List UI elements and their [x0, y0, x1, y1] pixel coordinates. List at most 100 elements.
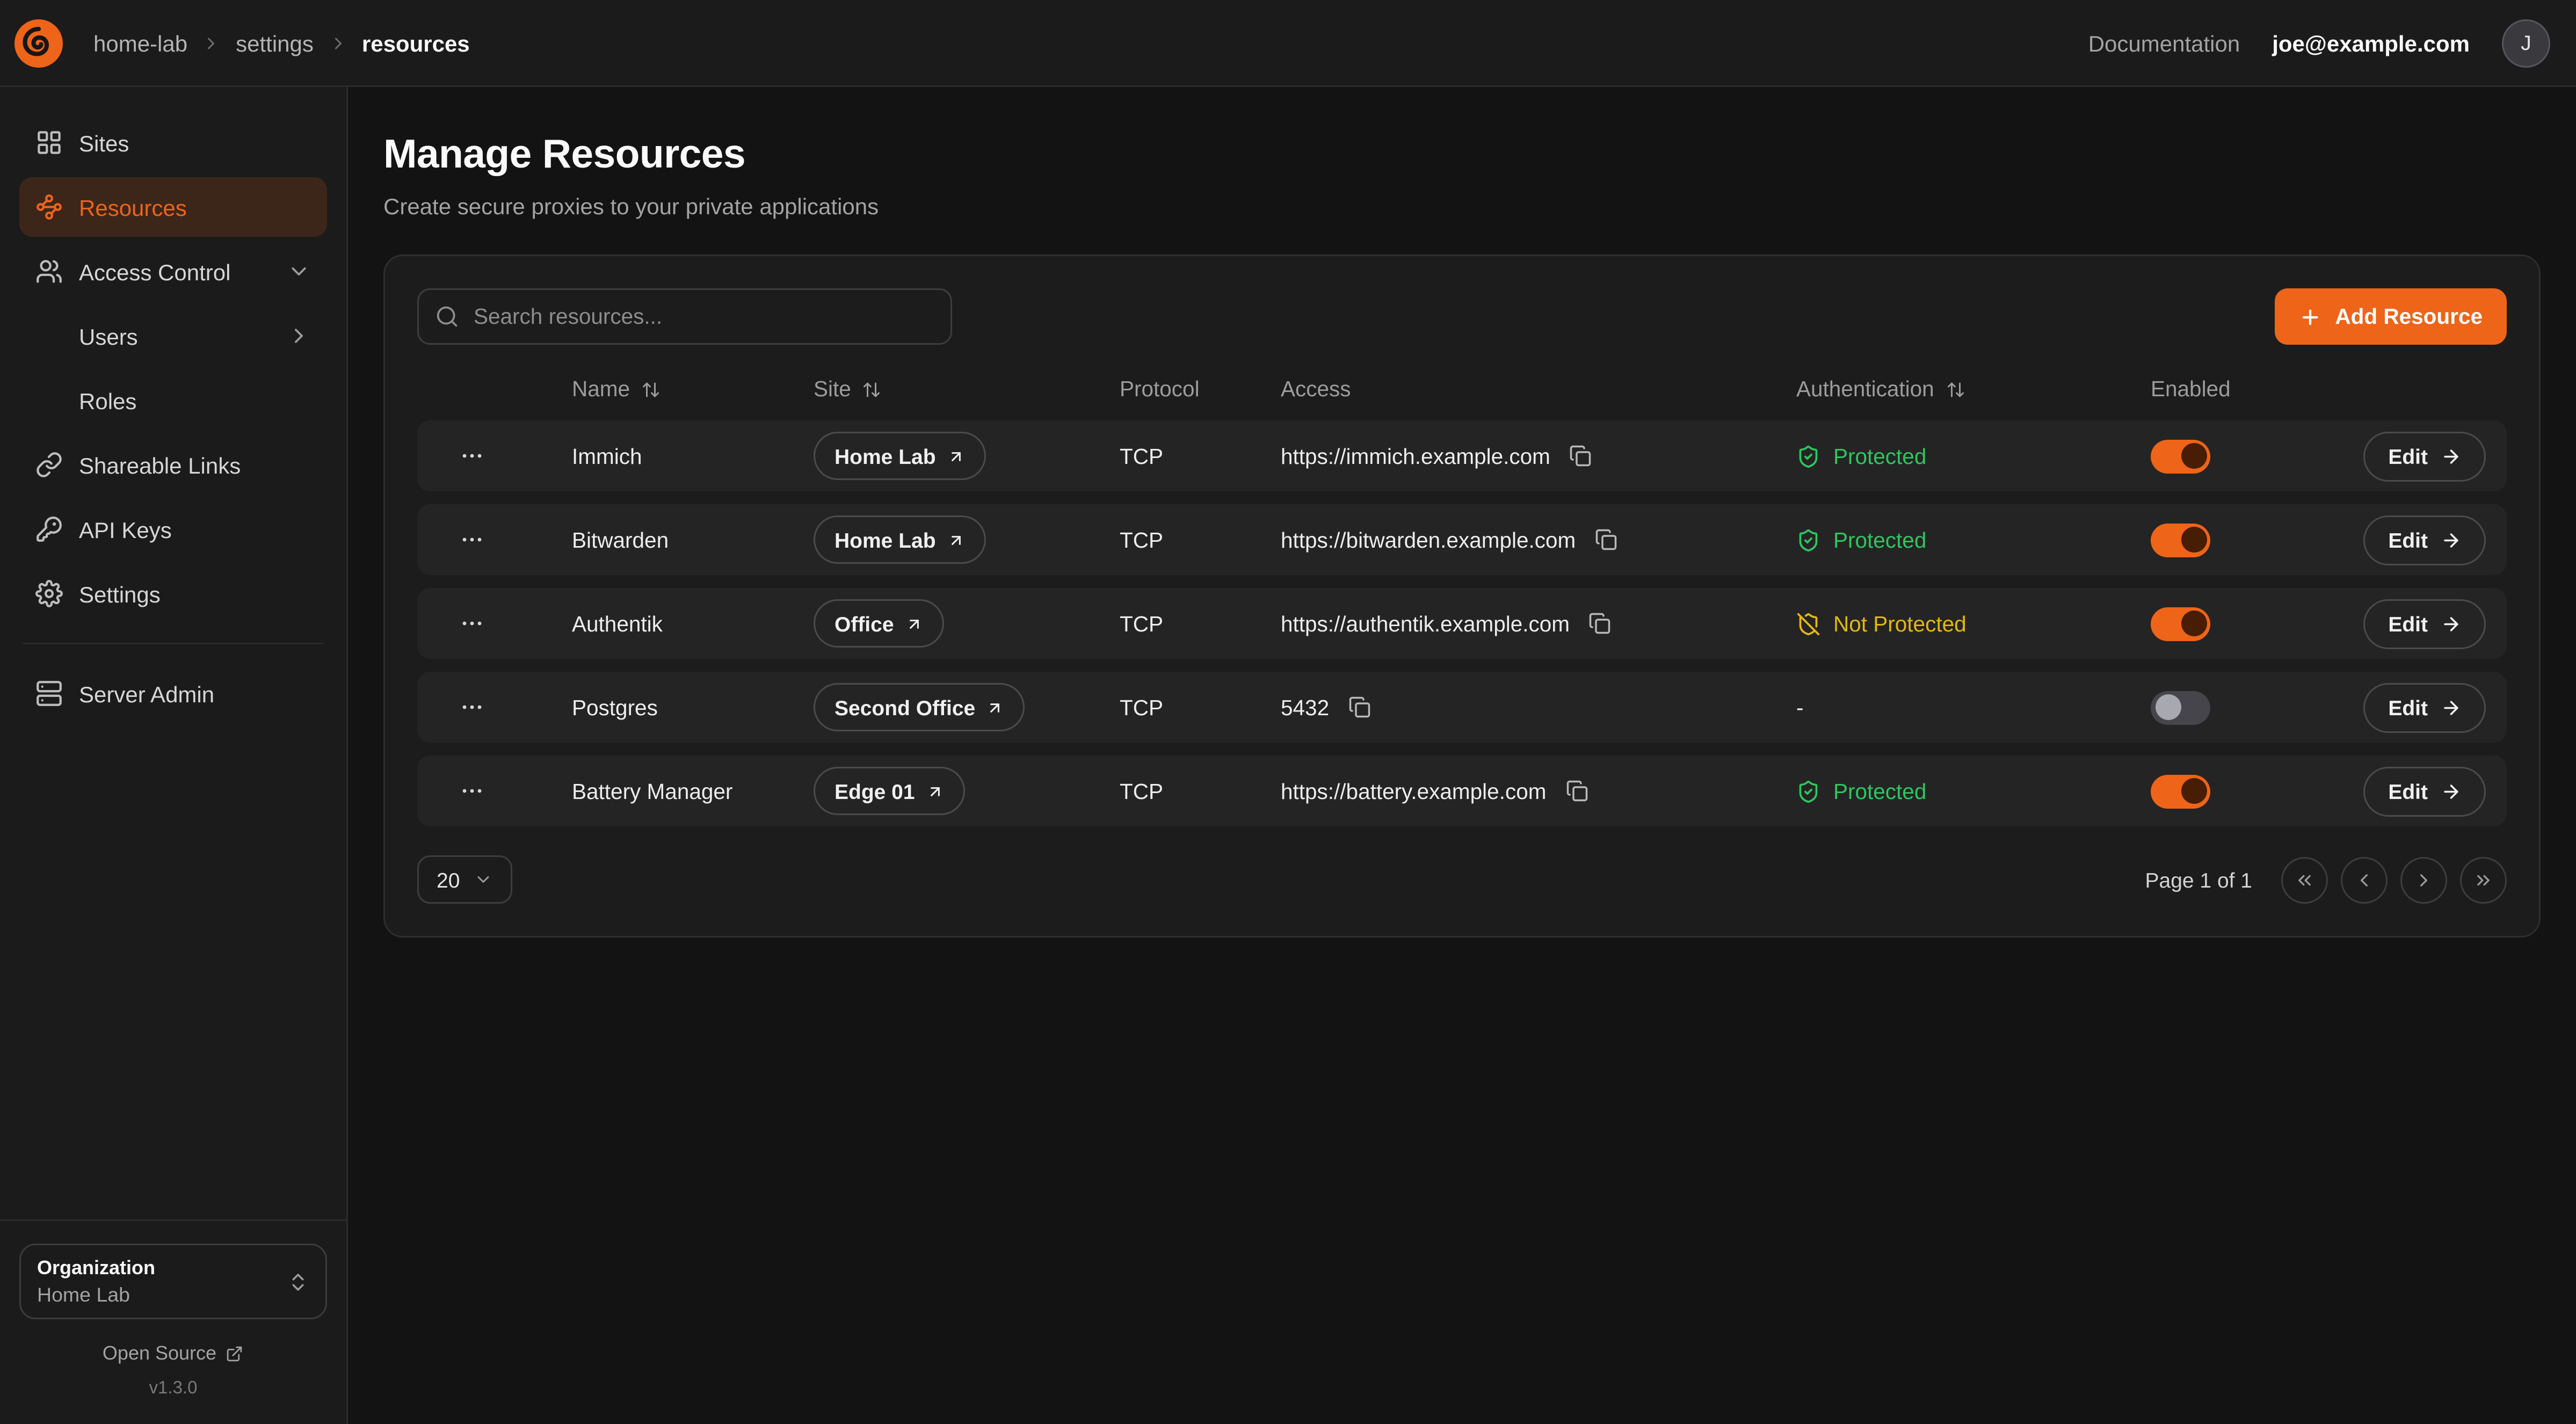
external-link-icon — [926, 782, 944, 800]
chevrons-left-icon — [2294, 869, 2315, 890]
row-menu-button[interactable] — [456, 524, 488, 556]
prev-page-button[interactable] — [2341, 856, 2388, 903]
shield-check-icon — [1796, 779, 1820, 803]
site-link[interactable]: Second Office — [814, 683, 1025, 731]
next-page-button[interactable] — [2400, 856, 2447, 903]
row-menu-button[interactable] — [456, 607, 488, 640]
user-email: joe@example.com — [2272, 30, 2470, 56]
copy-button[interactable] — [1566, 441, 1595, 470]
edit-label: Edit — [2388, 528, 2428, 552]
main-content: Manage Resources Create secure proxies t… — [348, 87, 2576, 1424]
site-name: Edge 01 — [835, 779, 915, 803]
documentation-link[interactable]: Documentation — [2088, 30, 2240, 56]
sidebar-item-shareable-links[interactable]: Shareable Links — [19, 435, 327, 495]
auth-status: Protected — [1796, 528, 2151, 552]
copy-button[interactable] — [1586, 609, 1615, 638]
column-header-label: Authentication — [1796, 377, 1934, 401]
column-header-access: Access — [1281, 377, 1796, 401]
auth-label: Protected — [1833, 444, 1926, 468]
column-header-site[interactable]: Site — [814, 377, 1120, 401]
page-subtitle: Create secure proxies to your private ap… — [383, 193, 2541, 219]
site-link[interactable]: Office — [814, 599, 944, 648]
row-menu-button[interactable] — [456, 691, 488, 723]
edit-button[interactable]: Edit — [2364, 515, 2486, 565]
sidebar-item-users[interactable]: Users — [19, 306, 327, 366]
column-header-label: Enabled — [2151, 377, 2231, 401]
org-selector[interactable]: Organization Home Lab — [19, 1244, 327, 1319]
copy-button[interactable] — [1562, 776, 1591, 805]
sidebar-item-resources[interactable]: Resources — [19, 177, 327, 237]
first-page-button[interactable] — [2281, 856, 2328, 903]
column-header-label: Protocol — [1120, 377, 1200, 401]
sidebar-item-settings[interactable]: Settings — [19, 564, 327, 623]
row-menu-button[interactable] — [456, 775, 488, 807]
sidebar-item-label: Server Admin — [79, 681, 214, 707]
page-size-select[interactable]: 20 — [417, 855, 513, 904]
sidebar-item-label: API Keys — [79, 517, 172, 542]
open-source-link[interactable]: Open Source — [19, 1342, 327, 1364]
sidebar-item-label: Shareable Links — [79, 452, 241, 478]
sidebar-item-server-admin[interactable]: Server Admin — [19, 664, 327, 723]
topbar: home-lab settings resources Documentatio… — [0, 0, 2576, 87]
column-header-authentication[interactable]: Authentication — [1796, 377, 2151, 401]
auth-label: Not Protected — [1833, 612, 1967, 636]
resource-protocol: TCP — [1120, 695, 1281, 720]
sidebar-item-sites[interactable]: Sites — [19, 113, 327, 172]
chevron-right-icon — [202, 33, 221, 53]
last-page-button[interactable] — [2460, 856, 2507, 903]
enabled-toggle[interactable] — [2151, 774, 2210, 808]
ellipsis-icon — [459, 527, 485, 553]
edit-button[interactable]: Edit — [2364, 682, 2486, 732]
copy-button[interactable] — [1345, 693, 1374, 722]
sidebar-item-label: Roles — [79, 388, 136, 413]
sidebar-item-roles[interactable]: Roles — [19, 370, 327, 430]
edit-button[interactable]: Edit — [2364, 431, 2486, 481]
search-input[interactable] — [417, 288, 952, 345]
row-menu-button[interactable] — [456, 440, 488, 472]
chevron-right-icon — [328, 33, 347, 53]
sidebar-item-label: Access Control — [79, 259, 230, 285]
avatar[interactable]: J — [2502, 19, 2550, 67]
add-resource-button[interactable]: Add Resource — [2275, 288, 2507, 345]
enabled-toggle[interactable] — [2151, 439, 2210, 473]
sort-icon — [862, 380, 882, 399]
resource-access: https://battery.example.com — [1281, 779, 1546, 803]
edit-button[interactable]: Edit — [2364, 766, 2486, 816]
sidebar-item-access-control[interactable]: Access Control — [19, 242, 327, 301]
column-header-name[interactable]: Name — [572, 377, 814, 401]
edit-label: Edit — [2388, 779, 2428, 803]
table-row: Bitwarden Home Lab TCP https://bitwarden… — [417, 504, 2507, 575]
copy-button[interactable] — [1592, 525, 1621, 554]
sidebar-divider — [23, 643, 324, 644]
breadcrumb-settings[interactable]: settings — [236, 30, 314, 56]
enabled-toggle[interactable] — [2151, 523, 2210, 557]
external-link-icon — [226, 1345, 244, 1362]
ellipsis-icon — [459, 611, 485, 636]
shield-check-icon — [1796, 528, 1820, 552]
table-row: Authentik Office TCP https://authentik.e… — [417, 588, 2507, 659]
arrow-right-icon — [2441, 697, 2462, 718]
site-link[interactable]: Edge 01 — [814, 767, 965, 815]
column-header-enabled: Enabled — [2151, 377, 2360, 401]
enabled-toggle[interactable] — [2151, 607, 2210, 641]
sidebar-item-label: Sites — [79, 130, 129, 156]
site-link[interactable]: Home Lab — [814, 515, 986, 564]
edit-button[interactable]: Edit — [2364, 599, 2486, 649]
resource-protocol: TCP — [1120, 612, 1281, 636]
toggle-knob — [2181, 443, 2207, 469]
resource-access: 5432 — [1281, 695, 1329, 720]
copy-icon — [1565, 780, 1588, 802]
external-link-icon — [947, 531, 965, 549]
breadcrumb-home-lab[interactable]: home-lab — [93, 30, 187, 56]
table-header: Name Site Protocol Access Authentication… — [417, 345, 2507, 420]
enabled-toggle[interactable] — [2151, 691, 2210, 724]
edit-label: Edit — [2388, 695, 2428, 720]
resource-access: https://immich.example.com — [1281, 444, 1550, 468]
site-name: Home Lab — [835, 444, 936, 468]
toggle-knob — [2155, 694, 2181, 720]
table-row: Immich Home Lab TCP https://immich.examp… — [417, 420, 2507, 491]
site-link[interactable]: Home Lab — [814, 432, 986, 480]
auth-status: Not Protected — [1796, 612, 2151, 636]
sidebar-item-api-keys[interactable]: API Keys — [19, 499, 327, 559]
org-label: Organization — [37, 1256, 155, 1279]
